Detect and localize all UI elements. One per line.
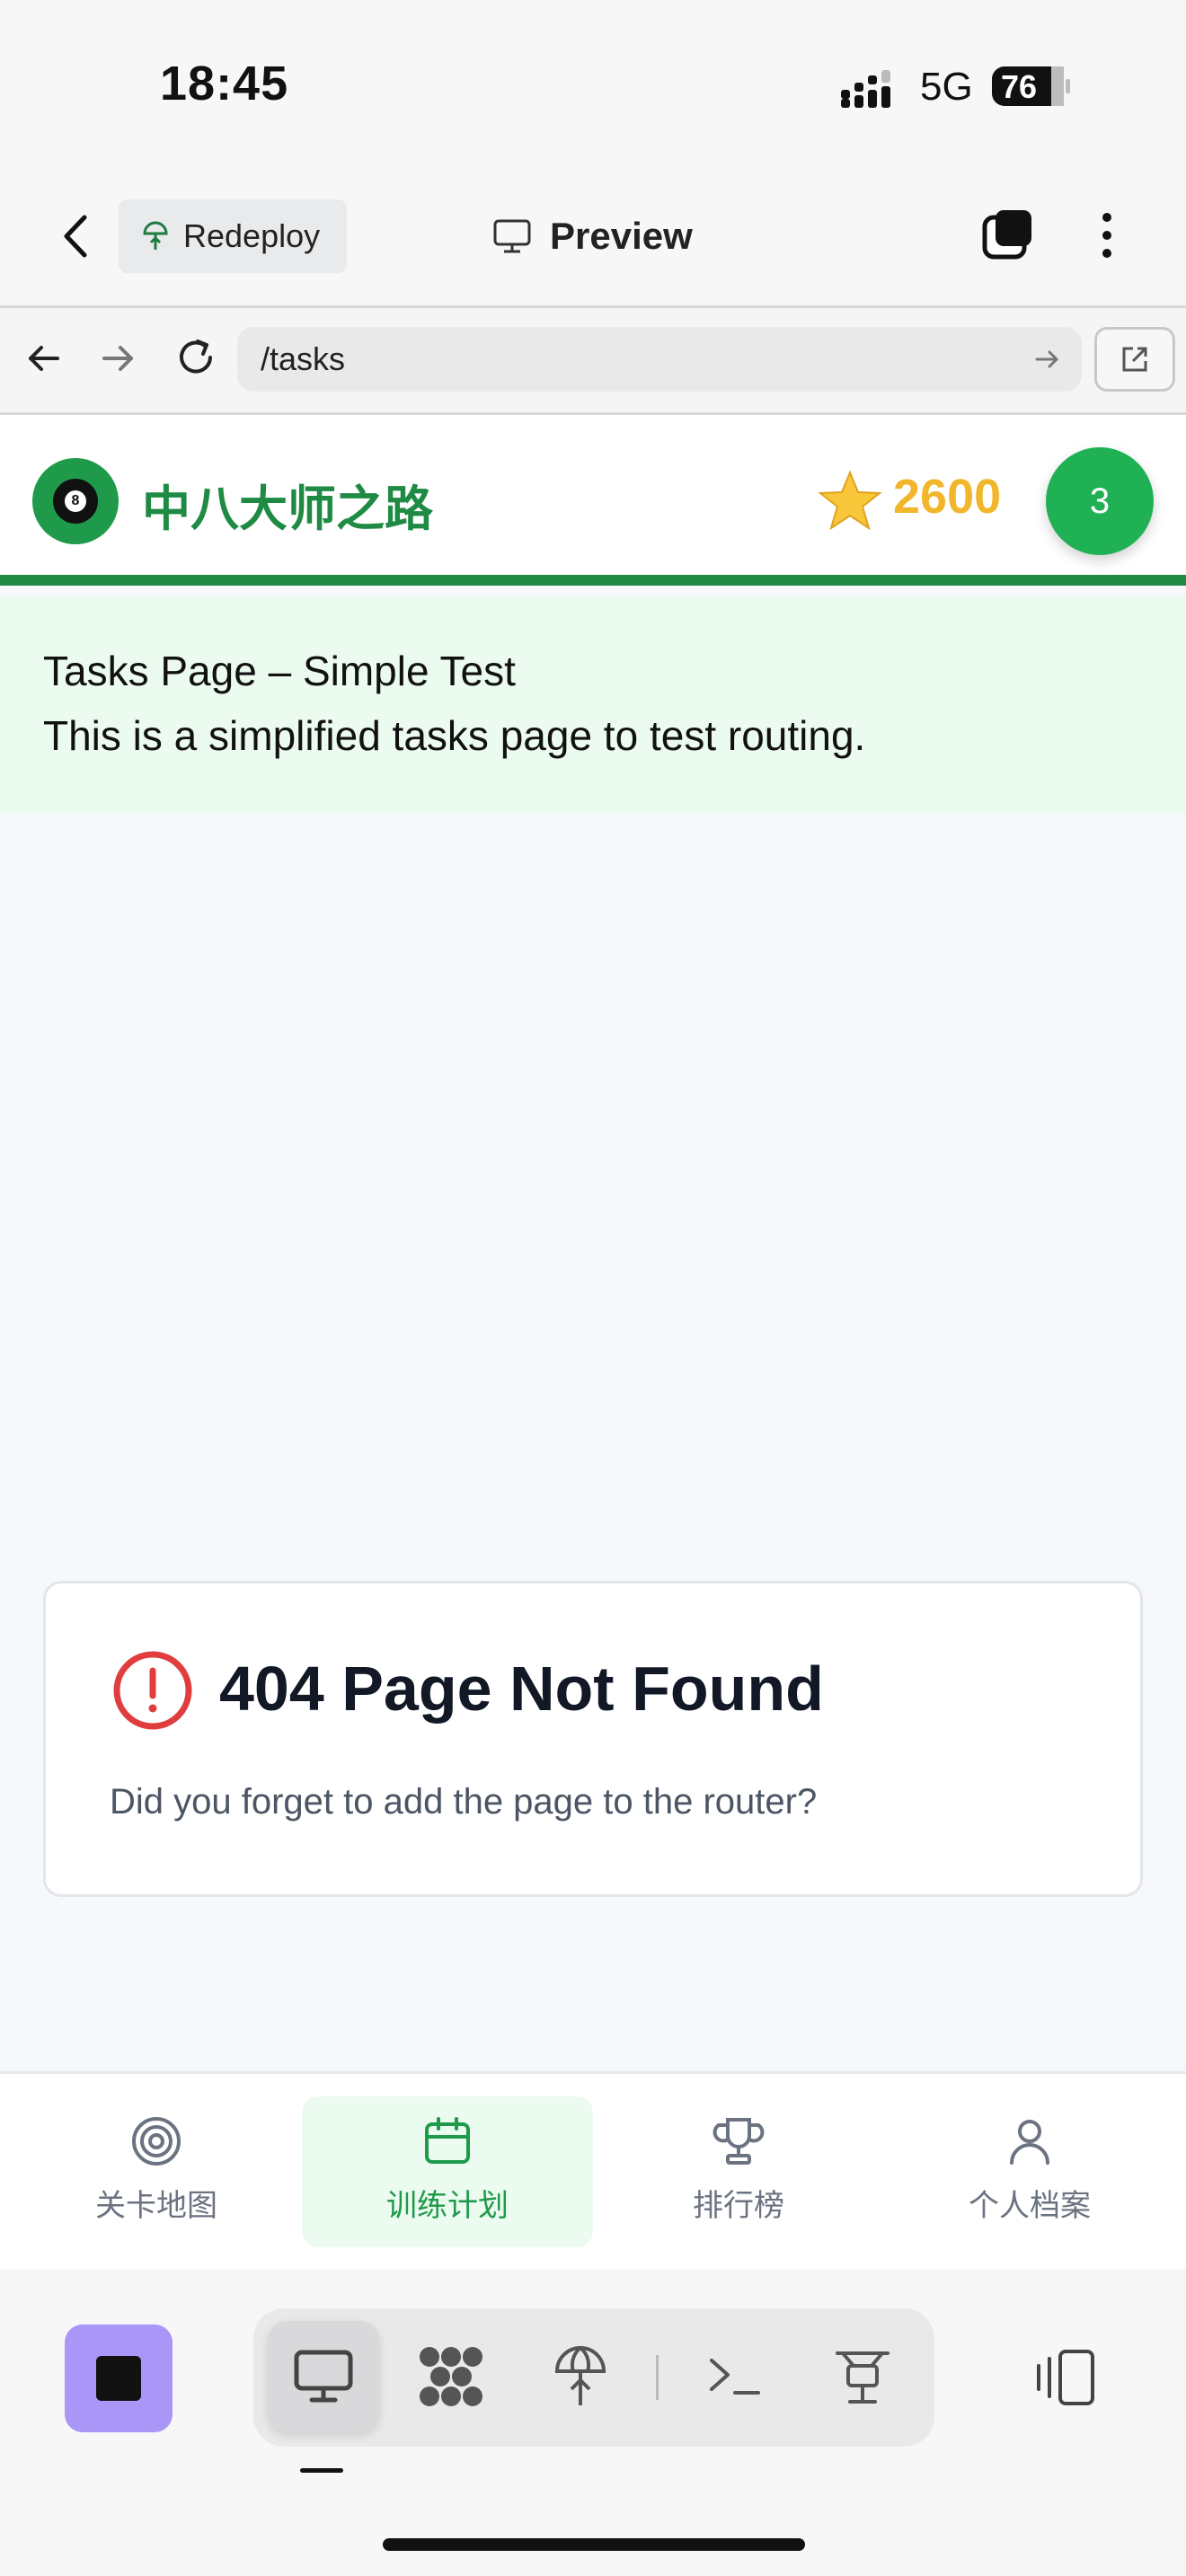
terminal-tool-button[interactable] <box>679 2321 791 2432</box>
not-found-card <box>43 1581 1143 1897</box>
terminal-icon <box>710 2359 760 2395</box>
network-tool-button[interactable] <box>807 2321 918 2432</box>
tabs-icon[interactable] <box>981 208 1035 262</box>
arrow-right-icon[interactable] <box>97 338 138 379</box>
tab-level-map[interactable]: 关卡地图 <box>11 2096 302 2247</box>
stop-button[interactable] <box>65 2325 173 2432</box>
url-input[interactable]: /tasks <box>237 327 1082 392</box>
redeploy-label: Redeploy <box>183 217 321 254</box>
tab-label: 排行榜 <box>693 2188 784 2224</box>
apps-tool-button[interactable] <box>395 2321 507 2432</box>
target-icon <box>132 2117 181 2166</box>
alert-circle-icon <box>113 1651 192 1730</box>
url-text: /tasks <box>261 340 346 377</box>
monitor-icon <box>493 219 531 253</box>
arrow-left-icon[interactable] <box>23 338 65 379</box>
more-vertical-icon[interactable] <box>1091 208 1123 262</box>
network-type: 5G <box>920 65 973 109</box>
test-banner <box>0 596 1186 814</box>
site-title: 中八大师之路 <box>142 481 433 537</box>
status-time: 18:45 <box>160 57 289 110</box>
apps-icon <box>420 2347 482 2406</box>
trophy-icon <box>712 2118 765 2165</box>
tab-leaderboard[interactable]: 排行榜 <box>593 2096 884 2247</box>
monitor-tool-button[interactable] <box>268 2321 379 2432</box>
signal-icon <box>841 70 890 108</box>
preview-label: Preview <box>550 215 693 257</box>
side-panel-icon[interactable] <box>1033 2346 1098 2409</box>
battery-level: 76 <box>1001 68 1038 105</box>
battery-icon: 76 <box>992 65 1071 108</box>
deploy-icon <box>554 2346 606 2405</box>
open-external-button[interactable] <box>1094 327 1175 392</box>
reload-icon[interactable] <box>173 334 219 381</box>
error-description: Did you forget to add the page to the ro… <box>110 1782 818 1822</box>
redeploy-button[interactable]: Redeploy <box>119 199 347 273</box>
tab-profile[interactable]: 个人档案 <box>884 2096 1175 2247</box>
tab-label: 关卡地图 <box>95 2188 217 2224</box>
external-link-icon <box>1122 347 1147 372</box>
logo[interactable]: 8 <box>32 458 119 544</box>
calendar-icon <box>425 2117 470 2164</box>
level-badge[interactable]: 3 <box>1046 447 1154 555</box>
user-icon <box>1010 2120 1049 2165</box>
banner-text: This is a simplified tasks page to test … <box>43 712 866 759</box>
star-icon <box>818 470 882 531</box>
deploy-icon <box>143 221 168 250</box>
go-arrow-icon[interactable] <box>1033 345 1062 374</box>
preview-title: Preview <box>492 205 693 268</box>
back-chevron-icon[interactable] <box>54 205 99 268</box>
tab-label: 个人档案 <box>969 2188 1091 2224</box>
error-title: 404 Page Not Found <box>219 1654 824 1724</box>
score-value: 2600 <box>893 470 1002 524</box>
home-indicator <box>383 2538 805 2551</box>
network-icon <box>836 2351 890 2404</box>
monitor-icon <box>294 2350 353 2403</box>
tab-label: 训练计划 <box>386 2188 509 2224</box>
tab-training-plan[interactable]: 训练计划 <box>302 2096 593 2247</box>
active-tool-indicator <box>300 2468 343 2473</box>
deploy-tool-button[interactable] <box>525 2321 636 2432</box>
stop-icon <box>96 2356 141 2401</box>
banner-heading: Tasks Page – Simple Test <box>43 648 516 694</box>
eight-ball-icon: 8 <box>53 479 98 524</box>
toolbar-divider <box>656 2355 659 2400</box>
